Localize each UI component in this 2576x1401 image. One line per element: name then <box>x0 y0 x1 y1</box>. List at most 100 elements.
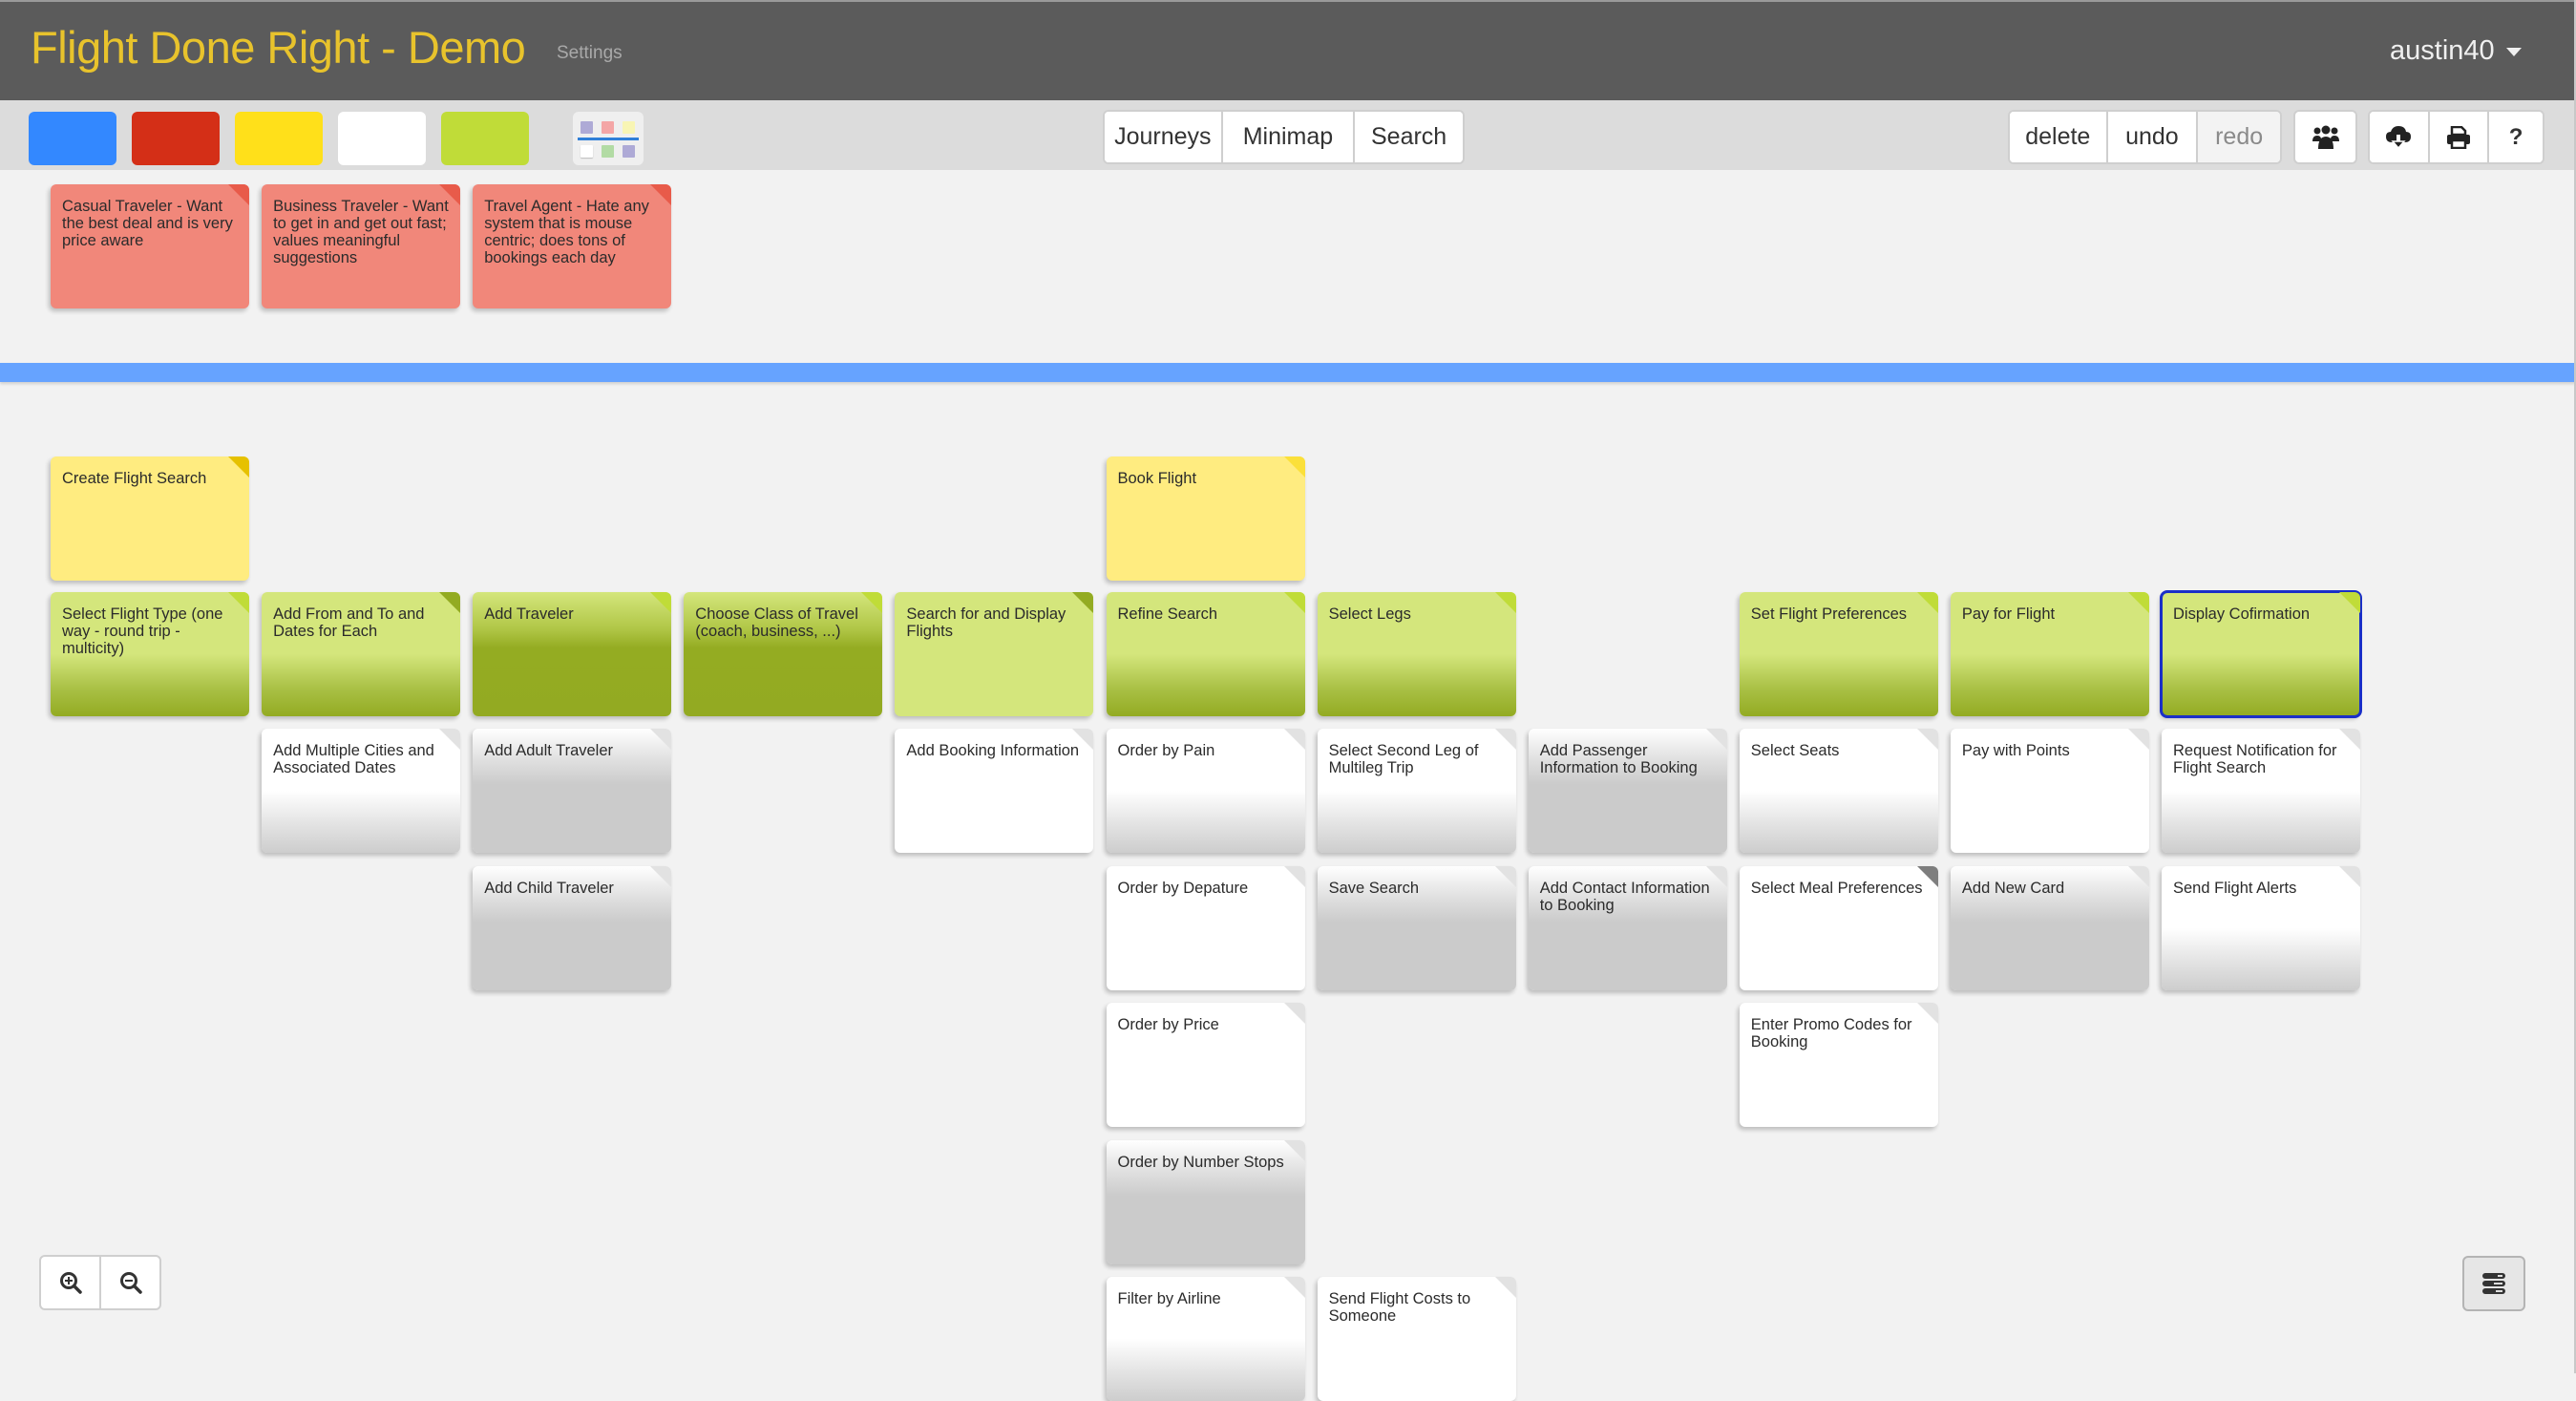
story-card[interactable]: Add Contact Information to Booking <box>1528 865 1727 990</box>
story-card[interactable]: Send Flight Costs to Someone <box>1317 1277 1516 1401</box>
card-corner-fold[interactable] <box>1283 456 1305 478</box>
story-card[interactable]: Order by Number Stops <box>1106 1139 1305 1264</box>
card-corner-fold[interactable] <box>2127 729 2149 750</box>
card-corner-fold[interactable] <box>650 592 672 613</box>
journeys-button[interactable]: Journeys <box>1105 112 1223 162</box>
template-mini-card <box>602 121 614 134</box>
persona-card[interactable]: Travel Agent - Hate any system that is m… <box>473 184 672 308</box>
card-text: Book Flight <box>1117 470 1197 487</box>
color-swatch-blue[interactable] <box>29 112 116 165</box>
card-corner-fold[interactable] <box>1283 1139 1305 1161</box>
card-corner-fold[interactable] <box>228 456 249 478</box>
task-card[interactable]: Select Legs <box>1317 592 1516 716</box>
card-corner-fold[interactable] <box>1705 729 1727 750</box>
card-corner-fold[interactable] <box>1283 865 1305 887</box>
card-corner-fold[interactable] <box>439 592 461 613</box>
card-corner-fold[interactable] <box>1916 729 1938 750</box>
search-button[interactable]: Search <box>1355 112 1463 162</box>
task-card[interactable]: Add From and To and Dates for Each <box>262 592 461 716</box>
story-card[interactable]: Send Flight Alerts <box>2162 865 2360 990</box>
card-corner-fold[interactable] <box>228 184 249 205</box>
story-card[interactable]: Filter by Airline <box>1106 1277 1305 1401</box>
card-corner-fold[interactable] <box>1916 1003 1938 1024</box>
redo-button[interactable]: redo <box>2198 112 2280 162</box>
card-corner-fold[interactable] <box>2339 865 2360 887</box>
color-swatch-white[interactable] <box>338 112 426 165</box>
card-corner-fold[interactable] <box>1494 1277 1516 1298</box>
story-card[interactable]: Add Child Traveler <box>473 865 672 990</box>
story-card[interactable]: Select Meal Preferences <box>1739 865 1938 990</box>
card-text: Add Multiple Cities and Associated Dates <box>273 742 434 776</box>
card-corner-fold[interactable] <box>2339 729 2360 750</box>
card-corner-fold[interactable] <box>1283 592 1305 613</box>
card-corner-fold[interactable] <box>1705 865 1727 887</box>
story-card[interactable]: Save Search <box>1317 865 1516 990</box>
story-card[interactable]: Add Adult Traveler <box>473 729 672 853</box>
task-card[interactable]: Search for and Display Flights <box>895 592 1094 716</box>
task-card[interactable]: Choose Class of Travel (coach, business,… <box>684 592 883 716</box>
activity-card[interactable]: Book Flight <box>1106 456 1305 581</box>
card-corner-fold[interactable] <box>2127 592 2149 613</box>
card-corner-fold[interactable] <box>1072 729 1094 750</box>
story-card[interactable]: Select Second Leg of Multileg Trip <box>1317 729 1516 853</box>
card-corner-fold[interactable] <box>650 865 672 887</box>
story-card[interactable]: Add Booking Information <box>895 729 1094 853</box>
board-title[interactable]: Flight Done Right - Demo <box>31 21 526 74</box>
task-card[interactable]: Set Flight Preferences <box>1739 592 1938 716</box>
activity-card[interactable]: Create Flight Search <box>51 456 249 581</box>
card-corner-fold[interactable] <box>2127 865 2149 887</box>
card-corner-fold[interactable] <box>228 592 249 613</box>
story-card[interactable]: Request Notification for Flight Search <box>2162 729 2360 853</box>
task-card[interactable]: Add Traveler <box>473 592 672 716</box>
story-card[interactable]: Select Seats <box>1739 729 1938 853</box>
story-card[interactable]: Order by Depature <box>1106 865 1305 990</box>
user-menu[interactable]: austin40 <box>2390 35 2522 67</box>
team-button[interactable] <box>2295 112 2355 162</box>
card-corner-fold[interactable] <box>1494 592 1516 613</box>
card-corner-fold[interactable] <box>1494 865 1516 887</box>
card-corner-fold[interactable] <box>1283 1003 1305 1024</box>
story-card[interactable]: Order by Pain <box>1106 729 1305 853</box>
task-card[interactable]: Display Cofirmation <box>2160 590 2362 718</box>
color-swatch-red[interactable] <box>132 112 220 165</box>
card-corner-fold[interactable] <box>439 184 461 205</box>
minimap-button[interactable]: Minimap <box>1222 112 1356 162</box>
layout-toggle-button[interactable] <box>2462 1256 2525 1311</box>
card-corner-fold[interactable] <box>1494 729 1516 750</box>
story-card[interactable]: Add Passenger Information to Booking <box>1528 729 1727 853</box>
delete-button[interactable]: delete <box>2010 112 2108 162</box>
help-button[interactable]: ? <box>2489 112 2543 162</box>
zoom-out-button[interactable] <box>101 1257 159 1308</box>
story-card[interactable]: Add Multiple Cities and Associated Dates <box>262 729 461 853</box>
undo-button[interactable]: undo <box>2107 112 2199 162</box>
card-corner-fold[interactable] <box>1916 592 1938 613</box>
card-corner-fold[interactable] <box>650 184 672 205</box>
card-corner-fold[interactable] <box>1283 1277 1305 1298</box>
task-card[interactable]: Pay for Flight <box>1950 592 2149 716</box>
card-corner-fold[interactable] <box>2339 592 2360 613</box>
print-button[interactable] <box>2429 112 2490 162</box>
card-corner-fold[interactable] <box>1916 865 1938 887</box>
story-card[interactable]: Enter Promo Codes for Booking <box>1739 1003 1938 1127</box>
card-corner-fold[interactable] <box>861 592 883 613</box>
task-card[interactable]: Refine Search <box>1106 592 1305 716</box>
persona-card[interactable]: Business Traveler - Want to get in and g… <box>262 184 461 308</box>
zoom-in-button[interactable] <box>41 1257 101 1308</box>
card-corner-fold[interactable] <box>439 729 461 750</box>
card-corner-fold[interactable] <box>1072 592 1094 613</box>
color-swatch-yellow[interactable] <box>235 112 323 165</box>
export-button[interactable] <box>2370 112 2430 162</box>
persona-card[interactable]: Casual Traveler - Want the best deal and… <box>51 184 249 308</box>
color-swatch-green[interactable] <box>441 112 529 165</box>
template-divider <box>578 138 639 140</box>
card-text: Choose Class of Travel (coach, business,… <box>695 605 858 640</box>
story-card[interactable]: Pay with Points <box>1950 729 2149 853</box>
release-divider[interactable] <box>0 363 2576 382</box>
card-layout-template-button[interactable] <box>573 112 644 165</box>
story-card[interactable]: Order by Price <box>1106 1003 1305 1127</box>
story-card[interactable]: Add New Card <box>1950 865 2149 990</box>
settings-link[interactable]: Settings <box>557 43 623 64</box>
task-card[interactable]: Select Flight Type (one way - round trip… <box>51 592 249 716</box>
card-corner-fold[interactable] <box>1283 729 1305 750</box>
card-corner-fold[interactable] <box>650 729 672 750</box>
